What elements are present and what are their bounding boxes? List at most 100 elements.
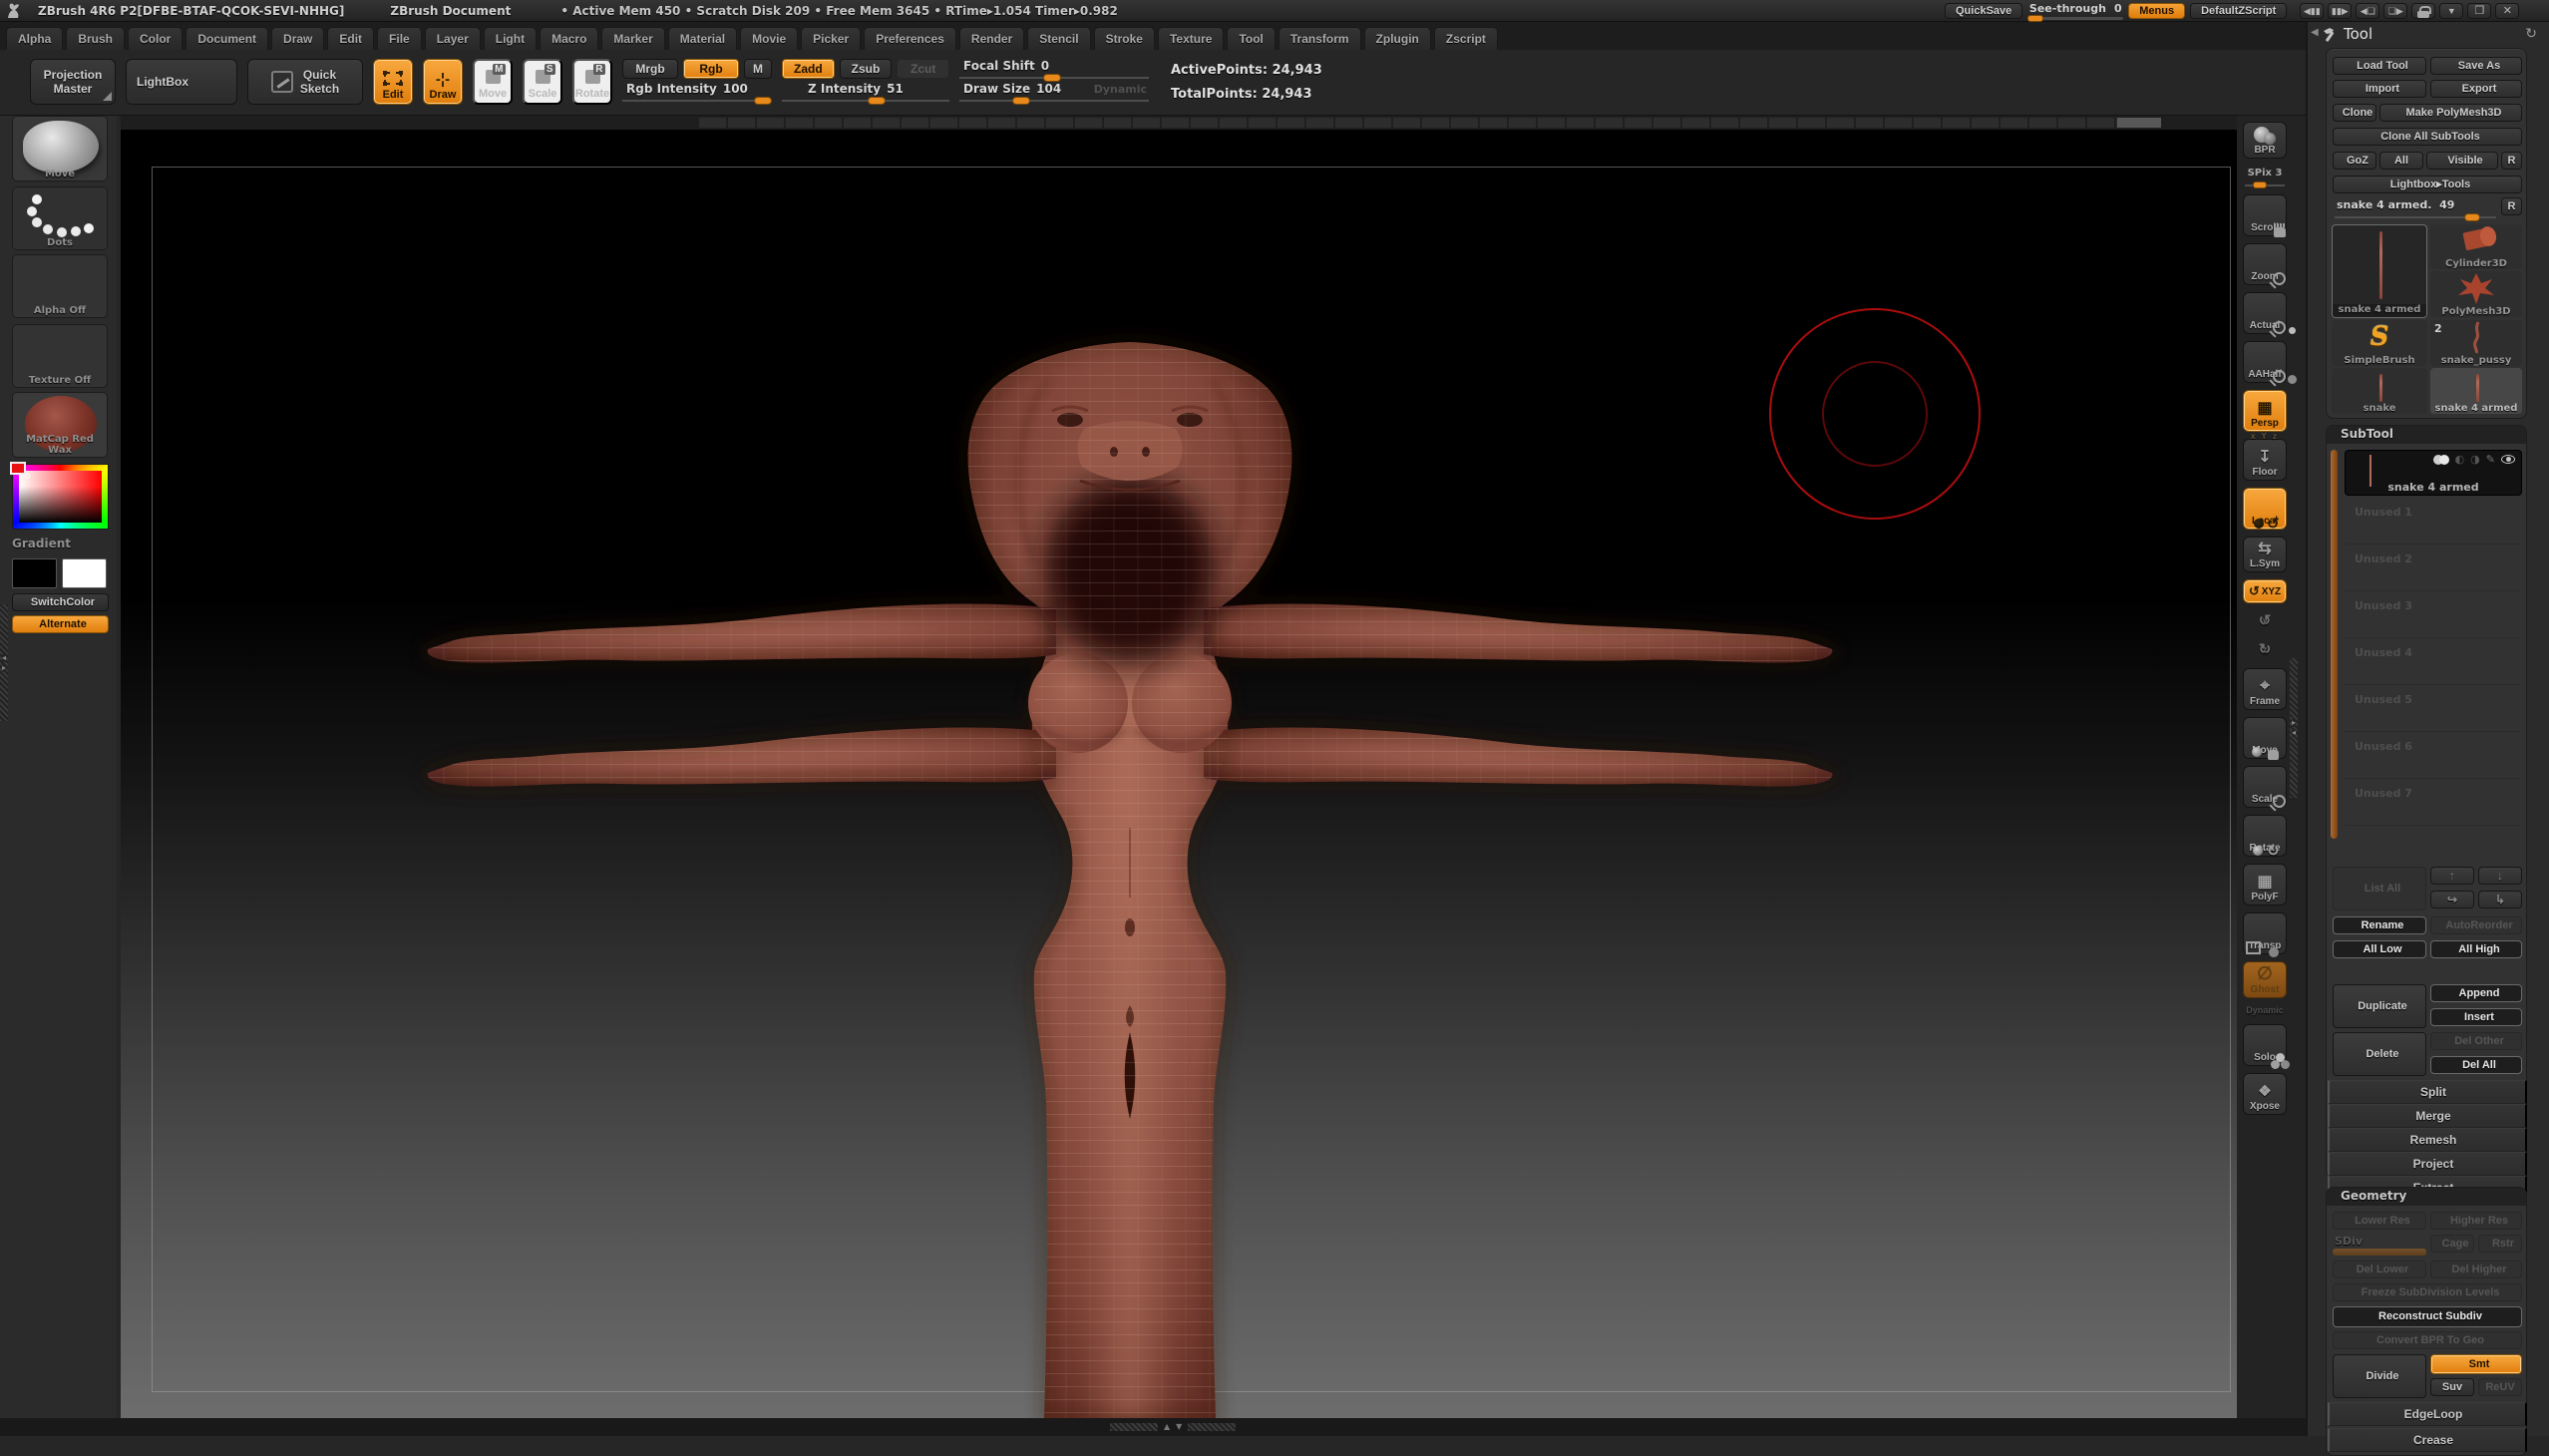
menu-tab[interactable]: Document — [185, 27, 268, 50]
color-picker-sv-square[interactable] — [19, 471, 102, 523]
subtool-item-selected[interactable]: ◐ ◑ ✎ snake 4 armed — [2345, 450, 2522, 496]
menus-button[interactable]: Menus — [2128, 3, 2185, 19]
window-control-icon[interactable] — [2356, 3, 2379, 19]
zsub-button[interactable]: Zsub — [840, 59, 893, 79]
tool-thumbnail-simplebrush[interactable]: S SimpleBrush — [2332, 320, 2427, 366]
move-mode-button[interactable]: M Move — [473, 59, 513, 105]
menu-tab[interactable]: Preferences — [864, 27, 956, 50]
rgb-intensity-slider[interactable]: Rgb Intensity100 — [622, 82, 772, 102]
menu-tab[interactable]: Brush — [66, 27, 125, 50]
clone-button[interactable]: Clone — [2333, 104, 2376, 122]
tool-r-button[interactable]: R — [2501, 197, 2522, 215]
panel-collapse-icon[interactable]: ◀ — [2311, 27, 2319, 38]
goz-visible-button[interactable]: Visible — [2426, 152, 2498, 170]
lightbox-button[interactable]: LightBox — [126, 59, 237, 105]
menu-tab[interactable]: Render — [959, 27, 1024, 50]
tool-thumbnail-polymesh3d[interactable]: PolyMesh3D — [2430, 271, 2522, 317]
subtool-item-unused[interactable]: Unused 3 — [2345, 591, 2520, 638]
window-control-icon[interactable] — [2328, 3, 2352, 19]
menu-tab[interactable]: Macro — [540, 27, 598, 50]
shelf-button[interactable]: x Y z Floor — [2243, 439, 2287, 481]
current-texture-thumbnail[interactable]: Texture Off — [12, 324, 108, 388]
shelf-button[interactable]: Move — [2243, 717, 2287, 759]
delete-button[interactable]: Delete — [2333, 1032, 2426, 1076]
alternate-button[interactable]: Alternate — [12, 615, 109, 633]
viewport-canvas[interactable] — [121, 130, 2237, 1418]
bpr-button[interactable]: BPR — [2243, 122, 2287, 159]
zcut-button[interactable]: Zcut — [897, 59, 949, 79]
tool-thumbnail-cylinder3d[interactable]: Cylinder3D — [2430, 224, 2522, 269]
draw-size-handle[interactable] — [1012, 97, 1030, 105]
subtool-item-unused[interactable]: Unused 6 — [2345, 732, 2520, 779]
focal-shift-handle[interactable] — [1043, 74, 1061, 82]
main-color-swatch[interactable] — [12, 558, 57, 588]
reuv-button[interactable]: ReUV — [2478, 1378, 2522, 1396]
secondary-color-swatch[interactable] — [62, 558, 107, 588]
shelf-button[interactable]: Solo — [2243, 1024, 2287, 1066]
clone-all-subtools-button[interactable]: Clone All SubTools — [2333, 128, 2522, 146]
higher-res-button[interactable]: Higher Res — [2430, 1212, 2522, 1230]
append-button[interactable]: Append — [2430, 984, 2522, 1002]
menu-tab[interactable]: Color — [128, 27, 182, 50]
window-control-icon[interactable] — [2467, 3, 2491, 19]
edgeloop-row[interactable]: EdgeLoop — [2328, 1402, 2527, 1426]
autoreorder-button[interactable]: AutoReorder — [2430, 916, 2522, 934]
switch-color-button[interactable]: SwitchColor — [12, 593, 109, 611]
subtool-header[interactable]: SubTool — [2327, 426, 2526, 444]
current-brush-thumbnail[interactable]: Move — [12, 116, 108, 182]
load-tool-button[interactable]: Load Tool — [2333, 57, 2426, 75]
menu-tab[interactable]: Light — [484, 27, 537, 50]
menu-tab[interactable]: Stroke — [1094, 27, 1155, 50]
half-visibility-icon[interactable]: ◐ — [2455, 453, 2465, 466]
shelf-button[interactable]: Rotate — [2243, 815, 2287, 857]
selected-tool-thumbnail[interactable]: snake 4 armed — [2332, 224, 2427, 318]
draw-mode-button[interactable]: -¦- Draw — [423, 59, 463, 105]
divide-button[interactable]: Divide — [2333, 1354, 2426, 1398]
del-other-button[interactable]: Del Other — [2430, 1032, 2522, 1050]
edit-mode-button[interactable]: Edit — [373, 59, 413, 105]
shelf-button[interactable]: Zoom — [2243, 243, 2287, 285]
convert-bpr-button[interactable]: Convert BPR To Geo — [2333, 1331, 2522, 1349]
shelf-button[interactable]: Transp — [2243, 912, 2287, 954]
spix-slider[interactable]: SPix 3 — [2243, 168, 2287, 187]
see-through-handle[interactable] — [2027, 15, 2043, 22]
current-tool-slider[interactable] — [2335, 216, 2496, 218]
shelf-button[interactable]: XYZ — [2243, 579, 2287, 603]
shelf-button[interactable]: AAHalf — [2243, 341, 2287, 383]
duplicate-button[interactable]: Duplicate — [2333, 984, 2426, 1028]
subtool-down-button[interactable]: ↓ — [2478, 867, 2522, 885]
visibility-eye-icon[interactable] — [2501, 455, 2515, 464]
projection-master-button[interactable]: ProjectionMaster — [30, 59, 116, 105]
shelf-button[interactable] — [2243, 610, 2287, 632]
left-tray-splitter[interactable]: ◂▸ — [0, 604, 8, 721]
freeze-subdivision-button[interactable]: Freeze SubDivision Levels — [2333, 1283, 2522, 1301]
geometry-header[interactable]: Geometry — [2327, 1188, 2526, 1206]
subtool-item-unused[interactable]: Unused 5 — [2345, 685, 2520, 732]
make-polymesh3d-button[interactable]: Make PolyMesh3D — [2379, 104, 2522, 122]
subtool-up-button[interactable]: ↑ — [2430, 867, 2474, 885]
rotate-mode-button[interactable]: R Rotate — [572, 59, 612, 105]
suv-button[interactable]: Suv — [2430, 1378, 2474, 1396]
menu-tab[interactable]: Picker — [801, 27, 861, 50]
polypaint-icon[interactable] — [2433, 455, 2449, 465]
reconstruct-subdiv-button[interactable]: Reconstruct Subdiv — [2333, 1306, 2522, 1327]
reload-icon[interactable]: ↻ — [2525, 26, 2537, 42]
bottom-tray-handle[interactable]: ▲▼ — [1110, 1423, 1236, 1431]
window-control-icon[interactable] — [2383, 3, 2407, 19]
quick-sketch-button[interactable]: QuickSketch — [247, 59, 363, 105]
subtool-scrollbar[interactable] — [2331, 450, 2338, 839]
all-low-button[interactable]: All Low — [2333, 940, 2426, 958]
subtool-movedown-button[interactable]: ↳ — [2478, 891, 2522, 909]
window-control-icon[interactable] — [2495, 3, 2519, 19]
z-intensity-handle[interactable] — [868, 97, 886, 105]
subtool-item-unused[interactable]: Unused 1 — [2345, 498, 2520, 545]
goz-all-button[interactable]: All — [2379, 152, 2423, 170]
all-high-button[interactable]: All High — [2430, 940, 2522, 958]
zadd-button[interactable]: Zadd — [782, 59, 835, 79]
import-button[interactable]: Import — [2333, 80, 2426, 98]
see-through-slider[interactable]: See-through 0 — [2027, 2, 2123, 20]
rgb-button[interactable]: Rgb — [683, 59, 739, 79]
menu-tab[interactable]: Layer — [425, 27, 481, 50]
menu-tab[interactable]: Alpha — [6, 27, 63, 50]
subtool-item-unused[interactable]: Unused 2 — [2345, 545, 2520, 591]
